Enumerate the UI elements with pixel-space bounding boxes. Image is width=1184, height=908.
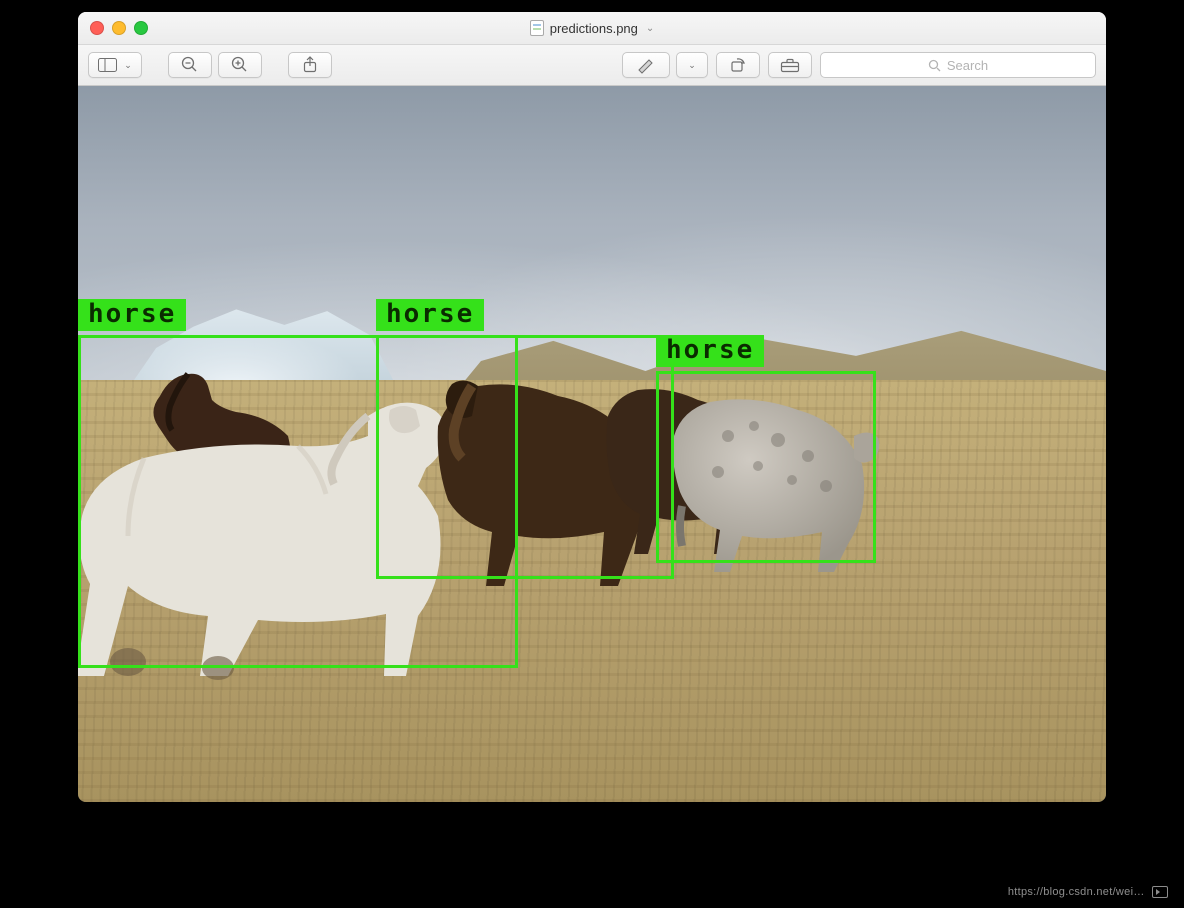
detection-box xyxy=(376,335,674,579)
zoom-in-button[interactable] xyxy=(218,52,262,78)
predictions-image: horse horse horse xyxy=(78,86,1106,802)
title-chevron-icon: ⌄ xyxy=(646,23,654,34)
markup-dropdown-button[interactable]: ⌄ xyxy=(676,52,708,78)
close-window-button[interactable] xyxy=(90,21,104,35)
sidebar-toggle-button[interactable]: ⌄ xyxy=(88,52,142,78)
window-controls xyxy=(78,21,148,35)
watermark: https://blog.csdn.net/wei… xyxy=(1008,886,1168,898)
detection-box xyxy=(656,371,876,563)
titlebar[interactable]: predictions.png ⌄ xyxy=(78,12,1106,45)
markup-pen-icon xyxy=(637,58,655,72)
sidebar-icon xyxy=(98,58,122,72)
detection-label: horse xyxy=(376,299,484,331)
zoom-window-button[interactable] xyxy=(134,21,148,35)
title-area: predictions.png ⌄ xyxy=(78,20,1106,36)
toolbox-button[interactable] xyxy=(768,52,812,78)
detection-label: horse xyxy=(656,335,764,367)
image-viewport[interactable]: horse horse horse xyxy=(78,86,1106,802)
share-icon xyxy=(302,56,318,74)
search-icon xyxy=(928,59,941,72)
zoom-in-icon xyxy=(231,56,249,74)
toolbar: ⌄ xyxy=(78,45,1106,86)
watermark-text: https://blog.csdn.net/wei… xyxy=(1008,886,1145,898)
minimize-window-button[interactable] xyxy=(112,21,126,35)
document-icon xyxy=(530,20,544,36)
chevron-down-icon: ⌄ xyxy=(124,60,132,71)
rotate-button[interactable] xyxy=(716,52,760,78)
search-input[interactable]: Search xyxy=(820,52,1096,78)
search-placeholder: Search xyxy=(947,58,988,73)
preview-window: predictions.png ⌄ ⌄ xyxy=(78,12,1106,802)
detection-label: horse xyxy=(78,299,186,331)
chevron-down-icon: ⌄ xyxy=(688,60,696,71)
zoom-out-button[interactable] xyxy=(168,52,212,78)
zoom-out-icon xyxy=(181,56,199,74)
toolbox-icon xyxy=(780,58,800,72)
share-button[interactable] xyxy=(288,52,332,78)
rotate-icon xyxy=(729,57,747,73)
markup-button[interactable] xyxy=(622,52,670,78)
watermark-icon xyxy=(1152,886,1168,898)
window-title: predictions.png xyxy=(550,21,638,36)
